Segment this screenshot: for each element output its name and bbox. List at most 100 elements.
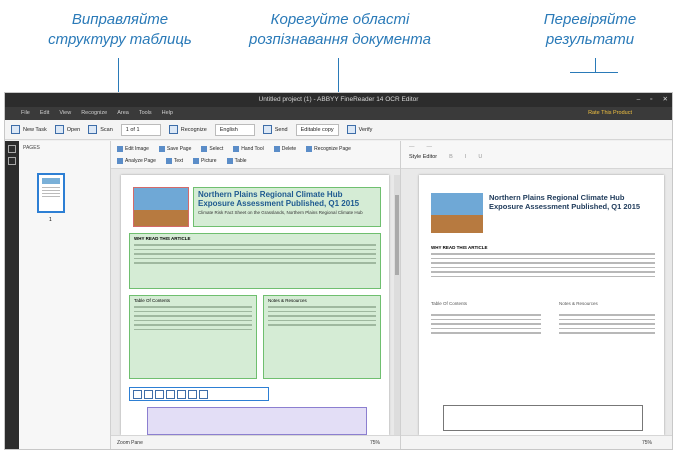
analyze-table-icon[interactable] (199, 389, 208, 399)
menu-recognize[interactable]: Recognize (81, 107, 107, 120)
document-title: Northern Plains Regional Climate Hub Exp… (198, 190, 360, 208)
new-task-label: New Task (23, 126, 47, 133)
menu-edit[interactable]: Edit (40, 107, 49, 120)
recognized-table[interactable] (443, 405, 643, 431)
scroll-thumb[interactable] (395, 195, 399, 275)
close-icon[interactable]: ✕ (663, 93, 668, 107)
recognized-body[interactable]: WHY READ THIS ARTICLE (431, 245, 655, 280)
page-number: 1 (49, 217, 52, 223)
pages-header: PAGES (23, 145, 40, 151)
underline-icon[interactable]: U (478, 154, 482, 160)
save-page-button[interactable]: Save Page (159, 144, 191, 153)
menu-help[interactable]: Help (162, 107, 173, 120)
add-horizontal-separator-icon[interactable] (155, 389, 164, 399)
page-counter[interactable]: 1 of 1 (120, 123, 161, 136)
send-button[interactable]: Send (262, 125, 288, 134)
bold-icon[interactable]: B (449, 154, 453, 160)
text-statusbar: 75% (401, 435, 672, 449)
title-zone[interactable]: Northern Plains Regional Climate Hub Exp… (193, 187, 381, 227)
table-area-button[interactable]: Table (227, 156, 247, 165)
analyze-page-button[interactable]: Analyze Page (117, 156, 156, 165)
recognize-button[interactable]: Recognize (168, 125, 207, 134)
maximize-icon[interactable]: ▫ (650, 93, 652, 107)
text-line (268, 310, 376, 312)
callout-text: Перевіряйте (543, 11, 637, 28)
pages-view-icon[interactable] (8, 145, 16, 153)
italic-icon[interactable]: I (465, 154, 467, 160)
text-line (431, 332, 541, 334)
style-select[interactable]: — (409, 144, 415, 150)
callout-text: результати (545, 31, 635, 48)
picture-ground (134, 210, 188, 226)
text-line (431, 262, 655, 264)
menu-tools[interactable]: Tools (139, 107, 152, 120)
recognized-toc[interactable] (431, 311, 541, 337)
font-select[interactable]: — (427, 144, 433, 150)
select-tool-button[interactable]: Select (201, 144, 223, 153)
text-line (431, 323, 541, 325)
picture-sky (431, 193, 483, 215)
menu-file[interactable]: File (21, 107, 30, 120)
text-line (431, 318, 541, 320)
recognized-title[interactable]: Northern Plains Regional Climate Hub Exp… (489, 193, 657, 211)
minimize-icon[interactable]: – (637, 93, 641, 107)
callout-check-results: Перевіряйте результати (510, 10, 670, 50)
scan-button[interactable]: Scan (88, 125, 113, 134)
text-line (559, 332, 655, 334)
text-pane: — — Style Editor B I U Northern Plains Regio… (400, 141, 672, 449)
open-button[interactable]: Open (54, 125, 80, 134)
text-zone[interactable]: Table Of Contents (129, 295, 257, 379)
language-select[interactable]: English (214, 123, 255, 136)
edit-table-icon[interactable] (133, 389, 142, 399)
picture-area-button[interactable]: Picture (193, 156, 217, 165)
recognize-label: Recognize (180, 126, 207, 133)
delete-area-button[interactable]: Delete (274, 144, 296, 153)
table-zone[interactable] (147, 407, 367, 435)
rate-product-link[interactable]: Rate This Product (588, 107, 632, 120)
image-pane: Edit Image Save Page Select Hand Tool De… (111, 141, 400, 449)
zoom-pane-label[interactable]: Zoom Pane (117, 436, 143, 449)
toc-heading: Table Of Contents (134, 298, 171, 303)
zoom-select[interactable]: 75% (370, 436, 380, 449)
text-line (268, 324, 376, 326)
recognized-page: Northern Plains Regional Climate Hub Exp… (419, 175, 664, 435)
image-statusbar: Zoom Pane 75% (111, 435, 400, 449)
split-cells-icon[interactable] (188, 389, 197, 399)
text-line (431, 257, 655, 259)
recognized-box[interactable] (559, 311, 655, 337)
picture-zone[interactable] (133, 187, 189, 227)
image-toolbar: Edit Image Save Page Select Hand Tool De… (111, 141, 400, 169)
text-line (431, 327, 541, 329)
menu-view[interactable]: View (59, 107, 71, 120)
text-line (559, 314, 655, 316)
page-thumbnail[interactable] (37, 173, 65, 213)
text-area-button[interactable]: Text (166, 156, 183, 165)
edit-image-button[interactable]: Edit Image (117, 144, 149, 153)
scanned-page: Northern Plains Regional Climate Hub Exp… (121, 175, 389, 435)
hand-tool-button[interactable]: Hand Tool (233, 144, 263, 153)
window-title: Untitled project (1) - ABBYY FineReader … (258, 96, 419, 103)
add-vertical-separator-icon[interactable] (144, 389, 153, 399)
thumbnail-image (42, 178, 60, 184)
list-view-icon[interactable] (8, 157, 16, 165)
callout-recognition-areas: Корегуйте області розпізнавання документ… (230, 10, 450, 50)
text-line (268, 315, 376, 317)
text-zone[interactable]: WHY READ THIS ARTICLE (129, 233, 381, 289)
zoom-select[interactable]: 75% (642, 436, 652, 449)
merge-cells-icon[interactable] (177, 389, 186, 399)
recognize-page-button[interactable]: Recognize Page (306, 144, 351, 153)
copy-mode-select[interactable]: Editable copy (295, 123, 339, 136)
text-zone[interactable]: Notes & Resources (263, 295, 381, 379)
section-heading: WHY READ THIS ARTICLE (134, 236, 191, 241)
menu-area[interactable]: Area (117, 107, 129, 120)
verify-button[interactable]: Verify (346, 125, 372, 134)
menu-bar: File Edit View Recognize Area Tools Help… (5, 107, 672, 120)
workspace: PAGES 1 Edit Image Save Page Select Hand… (5, 141, 672, 449)
recognized-toc-heading: Table Of Contents (431, 301, 468, 306)
style-editor-button[interactable]: Style Editor (409, 154, 437, 160)
open-icon (54, 125, 64, 134)
text-line (431, 266, 655, 268)
new-task-button[interactable]: New Task (11, 125, 47, 134)
delete-separator-icon[interactable] (166, 389, 175, 399)
text-line (431, 271, 655, 273)
